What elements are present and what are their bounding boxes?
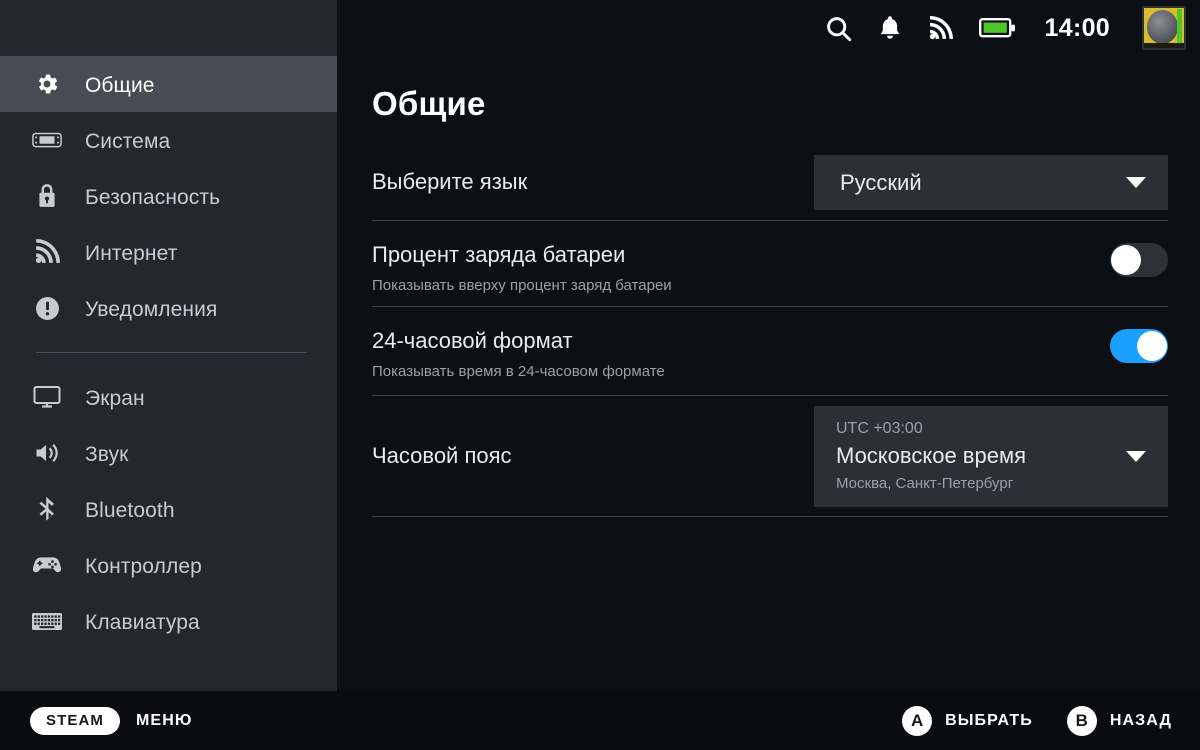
sidebar-item-label: Система xyxy=(85,129,171,153)
sidebar-item-label: Звук xyxy=(85,442,129,466)
setting-description: Показывать время в 24-часовом формате xyxy=(372,363,665,381)
row-text: Выберите язык xyxy=(372,170,547,194)
language-dropdown[interactable]: Русский xyxy=(814,155,1168,210)
battery-percent-toggle[interactable] xyxy=(1110,243,1168,277)
handheld-icon xyxy=(30,124,64,156)
row-text: Процент заряда батареи Показывать вверху… xyxy=(372,242,692,295)
setting-row-language[interactable]: Выберите язык Русский xyxy=(372,145,1168,220)
hint-select[interactable]: A ВЫБРАТЬ xyxy=(902,705,1033,736)
sidebar-item-label: Уведомления xyxy=(85,297,218,321)
setting-label: Процент заряда батареи xyxy=(372,242,626,267)
sidebar-item-internet[interactable]: Интернет xyxy=(0,224,337,280)
monitor-icon xyxy=(30,381,64,413)
hint-label: НАЗАД xyxy=(1109,711,1172,729)
status-bar: 14:00 xyxy=(825,0,1200,56)
sidebar-item-label: Клавиатура xyxy=(85,610,200,634)
sidebar: Общие Система Безопасность Интернет Увед… xyxy=(0,0,337,691)
setting-label: Часовой пояс xyxy=(372,442,512,468)
sidebar-item-sound[interactable]: Звук xyxy=(0,425,337,481)
chevron-down-icon xyxy=(1126,450,1146,462)
search-icon[interactable] xyxy=(825,15,852,42)
language-value: Русский xyxy=(840,169,922,195)
setting-row-timezone[interactable]: Часовой пояс UTC +03:00 Московское время… xyxy=(372,396,1168,516)
wifi-icon xyxy=(30,236,64,268)
lock-icon xyxy=(30,180,64,212)
sidebar-item-security[interactable]: Безопасность xyxy=(0,168,337,224)
gamepad-icon xyxy=(30,549,64,581)
sidebar-item-notifications[interactable]: Уведомления xyxy=(0,280,337,336)
sidebar-item-keyboard[interactable]: Клавиатура xyxy=(0,593,337,649)
timezone-utc-offset: UTC +03:00 xyxy=(836,420,923,438)
sidebar-item-display[interactable]: Экран xyxy=(0,369,337,425)
sidebar-item-label: Bluetooth xyxy=(85,498,175,522)
sidebar-item-system[interactable]: Система xyxy=(0,112,337,168)
sidebar-item-label: Общие xyxy=(85,73,155,97)
setting-description: Показывать вверху процент заряд батареи xyxy=(372,277,672,295)
chevron-down-icon xyxy=(1126,177,1146,188)
setting-row-battery-percent[interactable]: Процент заряда батареи Показывать вверху… xyxy=(372,221,1168,306)
hint-label: ВЫБРАТЬ xyxy=(945,711,1033,729)
row-text: 24-часовой формат Показывать время в 24-… xyxy=(372,328,685,381)
clock: 14:00 xyxy=(1044,13,1110,42)
toggle-knob xyxy=(1137,331,1167,361)
timezone-dropdown[interactable]: UTC +03:00 Московское время Москва, Санк… xyxy=(814,405,1168,507)
bluetooth-icon xyxy=(30,493,64,525)
speaker-icon xyxy=(30,437,64,469)
sidebar-divider xyxy=(36,352,307,353)
row-divider xyxy=(372,516,1168,517)
setting-label: 24-часовой формат xyxy=(372,328,573,353)
setting-label: Выберите язык xyxy=(372,169,528,195)
avatar-base xyxy=(1144,43,1184,48)
sidebar-header-spacer xyxy=(0,0,337,56)
24h-format-toggle[interactable] xyxy=(1110,329,1168,363)
steam-button[interactable]: STEAM xyxy=(30,706,120,735)
avatar[interactable] xyxy=(1142,6,1186,50)
sidebar-item-label: Безопасность xyxy=(85,185,221,209)
keyboard-icon xyxy=(30,605,64,637)
sidebar-item-label: Контроллер xyxy=(85,554,202,578)
toggle-knob xyxy=(1111,245,1141,275)
menu-label: МЕНЮ xyxy=(136,711,193,729)
footer-right: A ВЫБРАТЬ B НАЗАД xyxy=(902,705,1172,736)
sidebar-item-general[interactable]: Общие xyxy=(0,56,337,112)
avatar-bar xyxy=(1177,9,1182,47)
alert-icon xyxy=(30,292,64,324)
wifi-icon[interactable] xyxy=(928,15,953,41)
hint-back[interactable]: B НАЗАД xyxy=(1066,705,1172,736)
sidebar-item-controller[interactable]: Контроллер xyxy=(0,537,337,593)
battery-icon[interactable] xyxy=(978,17,1017,39)
settings-list: Выберите язык Русский Процент заряда бат… xyxy=(372,145,1168,517)
main-content: 14:00 Общие Выберите язык Русский Процен… xyxy=(337,0,1200,691)
timezone-cities: Москва, Санкт-Петербург xyxy=(836,474,1014,492)
timezone-value-stack: UTC +03:00 Московское время Москва, Санк… xyxy=(836,418,1026,494)
page-title: Общие xyxy=(372,85,486,122)
sidebar-item-label: Интернет xyxy=(85,241,178,265)
sidebar-item-label: Экран xyxy=(85,386,145,410)
settings-screen: Общие Система Безопасность Интернет Увед… xyxy=(0,0,1200,750)
b-button-icon: B xyxy=(1066,705,1097,736)
footer-left: STEAM МЕНЮ xyxy=(30,706,193,735)
avatar-disc xyxy=(1147,10,1178,44)
a-button-icon: A xyxy=(902,705,933,736)
gear-icon xyxy=(30,68,64,100)
row-text: Часовой пояс xyxy=(372,442,532,468)
footer-bar: STEAM МЕНЮ A ВЫБРАТЬ B НАЗАД xyxy=(0,691,1200,750)
sidebar-item-bluetooth[interactable]: Bluetooth xyxy=(0,481,337,537)
timezone-name: Московское время xyxy=(836,442,1027,468)
bell-icon[interactable] xyxy=(878,15,902,41)
setting-row-24h-format[interactable]: 24-часовой формат Показывать время в 24-… xyxy=(372,307,1168,395)
